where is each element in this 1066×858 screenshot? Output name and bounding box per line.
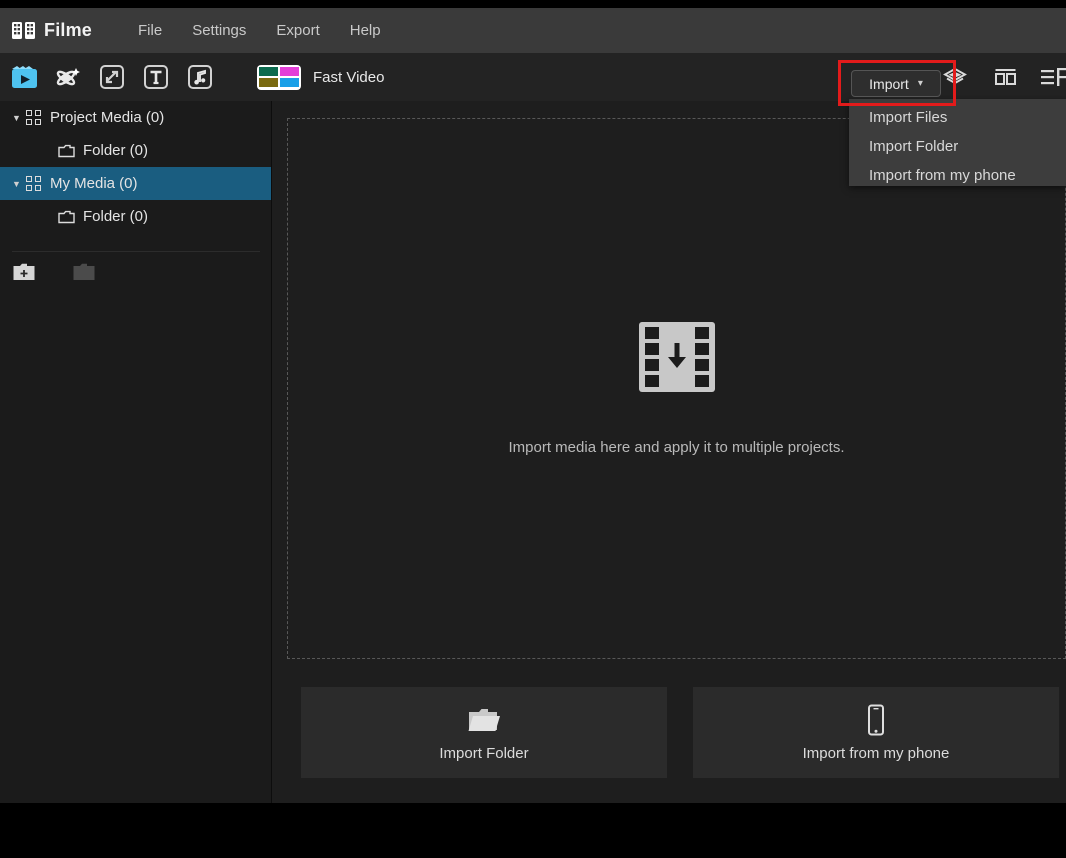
- grid-icon: [26, 110, 41, 125]
- chevron-down-icon[interactable]: ▼: [12, 179, 26, 189]
- menu-file[interactable]: File: [138, 22, 162, 39]
- sidebar-tool-strip: [0, 253, 98, 293]
- title-bar: Filme File Settings Export Help: [0, 8, 1066, 53]
- menu-help[interactable]: Help: [350, 22, 381, 39]
- import-folder-button[interactable]: Import Folder: [301, 687, 667, 778]
- tree-item-project-folder[interactable]: Folder (0): [0, 134, 271, 167]
- import-actions-row: Import Folder Import from my phone: [301, 687, 1066, 778]
- dropzone-caption: Import media here and apply it to multip…: [508, 438, 845, 456]
- transitions-icon[interactable]: [97, 62, 127, 92]
- fast-video-template-icon: [257, 64, 301, 90]
- fast-video-button[interactable]: Fast Video: [257, 64, 385, 90]
- import-dropdown-menu: Import Files Import Folder Import from m…: [849, 99, 1066, 186]
- folder-icon-disabled: [72, 262, 98, 284]
- menu-import-files[interactable]: Import Files: [849, 103, 1066, 132]
- tree-item-label: Folder (0): [83, 142, 149, 159]
- media-clapperboard-icon[interactable]: [9, 62, 39, 92]
- import-button[interactable]: Import ▾: [851, 70, 941, 97]
- menu-import-from-phone[interactable]: Import from my phone: [849, 161, 1066, 190]
- app-window: Filme File Settings Export Help Fast Vid…: [0, 0, 1066, 858]
- tree-item-label: Project Media (0): [50, 109, 165, 126]
- menu-settings[interactable]: Settings: [192, 22, 246, 39]
- tree-item-project-media[interactable]: ▼ Project Media (0): [0, 101, 271, 134]
- menu-bar: File Settings Export Help: [138, 22, 381, 39]
- tree-item-my-media[interactable]: ▼ My Media (0): [0, 167, 271, 200]
- import-button-label: Import: [869, 75, 909, 92]
- open-folder-icon: [467, 703, 501, 737]
- text-icon[interactable]: [141, 62, 171, 92]
- action-label: Import Folder: [439, 745, 529, 762]
- action-label: Import from my phone: [802, 745, 950, 762]
- menu-export[interactable]: Export: [276, 22, 319, 39]
- menu-import-folder[interactable]: Import Folder: [849, 132, 1066, 161]
- sidebar-divider: [12, 251, 260, 252]
- import-from-phone-button[interactable]: Import from my phone: [693, 687, 1059, 778]
- tree-item-my-media-folder[interactable]: Folder (0): [0, 200, 271, 233]
- chevron-down-icon[interactable]: ▾: [918, 78, 923, 89]
- effects-sparkle-icon[interactable]: [53, 62, 83, 92]
- media-main-panel: Import media here and apply it to multip…: [272, 101, 1066, 803]
- chevron-down-icon[interactable]: ▼: [12, 113, 26, 123]
- folder-icon: [58, 144, 75, 158]
- filme-window: Filme File Settings Export Help Fast Vid…: [0, 8, 1066, 803]
- grid-icon: [26, 176, 41, 191]
- tree-item-label: Folder (0): [83, 208, 149, 225]
- music-note-icon[interactable]: [185, 62, 215, 92]
- film-import-arrow-icon: [638, 321, 715, 392]
- fast-video-label: Fast Video: [313, 68, 385, 86]
- list-view-icon[interactable]: [1038, 62, 1066, 92]
- media-dropzone[interactable]: Import media here and apply it to multip…: [287, 118, 1066, 659]
- grid-view-icon[interactable]: [990, 62, 1020, 92]
- app-title: Filme: [44, 20, 93, 40]
- brand: Filme: [12, 20, 92, 41]
- film-strip-logo-icon: [12, 21, 35, 40]
- phone-icon: [865, 703, 887, 737]
- new-folder-icon[interactable]: [12, 262, 38, 284]
- folder-icon: [58, 210, 75, 224]
- tree-item-label: My Media (0): [50, 175, 138, 192]
- media-library-sidebar: ▼ Project Media (0) Folder (0) ▼ My Medi…: [0, 101, 272, 803]
